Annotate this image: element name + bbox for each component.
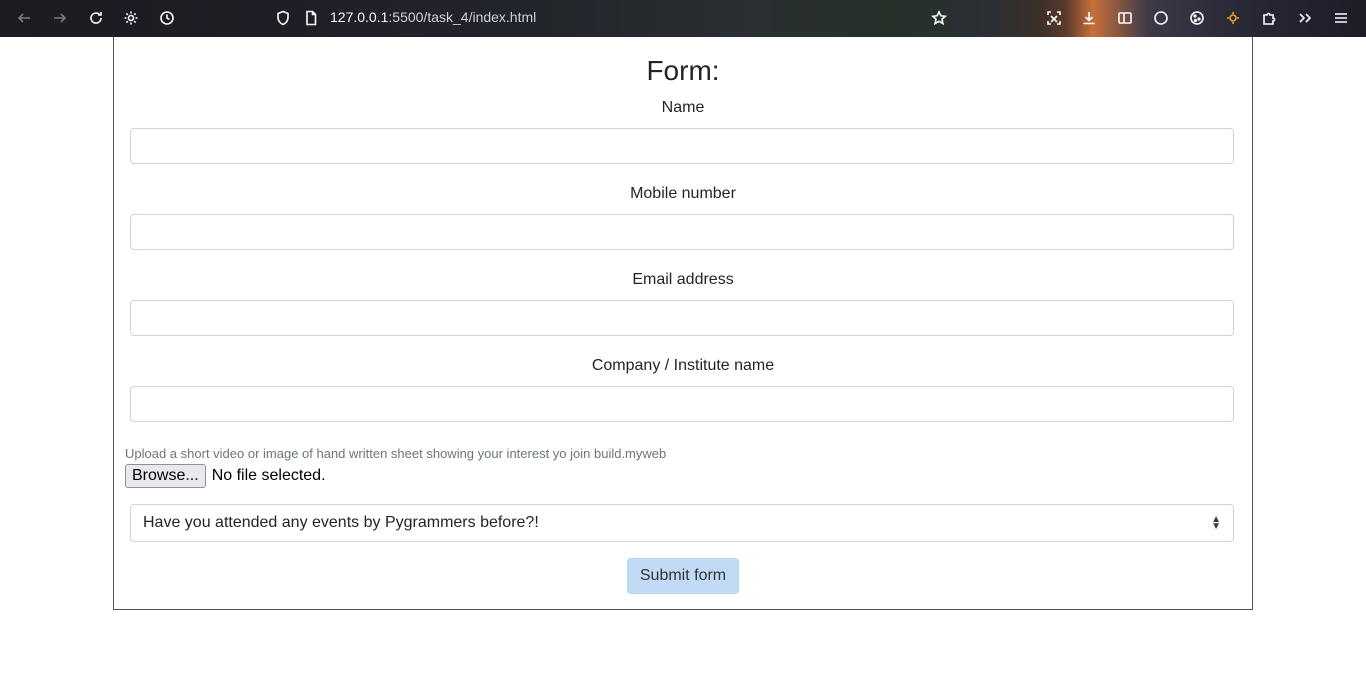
reload-icon[interactable]: [85, 7, 107, 29]
file-upload: Browse... No file selected.: [125, 463, 326, 489]
screenshot-icon[interactable]: [1043, 7, 1065, 29]
events-select-value: Have you attended any events by Pygramme…: [143, 514, 539, 531]
star-icon[interactable]: [928, 7, 950, 29]
overflow-icon[interactable]: [1294, 7, 1316, 29]
sidebar-icon[interactable]: [1114, 7, 1136, 29]
file-status: No file selected.: [211, 467, 326, 484]
cookie-icon[interactable]: [1186, 7, 1208, 29]
email-input[interactable]: [130, 300, 1234, 336]
forward-icon[interactable]: [49, 7, 71, 29]
url-bar[interactable]: 127.0.0.1:5500/task_4/index.html: [330, 9, 536, 25]
submit-button[interactable]: Submit form: [627, 558, 739, 594]
history-icon[interactable]: [156, 7, 178, 29]
events-select[interactable]: Have you attended any events by Pygramme…: [130, 504, 1234, 542]
upload-hint: Upload a short video or image of hand wr…: [125, 446, 667, 461]
mobile-label: Mobile number: [630, 185, 736, 202]
company-input[interactable]: [130, 386, 1234, 422]
name-label: Name: [661, 99, 705, 116]
page-icon[interactable]: [300, 7, 322, 29]
gear-icon[interactable]: [120, 7, 142, 29]
circle-icon[interactable]: [1150, 7, 1172, 29]
browser-toolbar: 127.0.0.1:5500/task_4/index.html: [0, 0, 1366, 37]
form-title: Form:: [646, 55, 720, 86]
browse-button[interactable]: Browse...: [125, 464, 206, 488]
puzzle-icon[interactable]: [1258, 7, 1280, 29]
url-host: 127.0.0.1: [330, 9, 389, 25]
select-arrows-icon: ▲ ▼: [1211, 514, 1221, 532]
back-icon[interactable]: [13, 7, 35, 29]
shield-icon[interactable]: [272, 7, 294, 29]
menu-icon[interactable]: [1330, 7, 1352, 29]
extension-icon[interactable]: [1222, 7, 1244, 29]
download-icon[interactable]: [1078, 7, 1100, 29]
form-container: Form: Name Mobile number Email address C…: [113, 37, 1253, 610]
url-path: :5500/task_4/index.html: [388, 9, 537, 25]
name-input[interactable]: [130, 128, 1234, 164]
email-label: Email address: [632, 271, 734, 288]
company-label: Company / Institute name: [591, 357, 775, 374]
mobile-input[interactable]: [130, 214, 1234, 250]
